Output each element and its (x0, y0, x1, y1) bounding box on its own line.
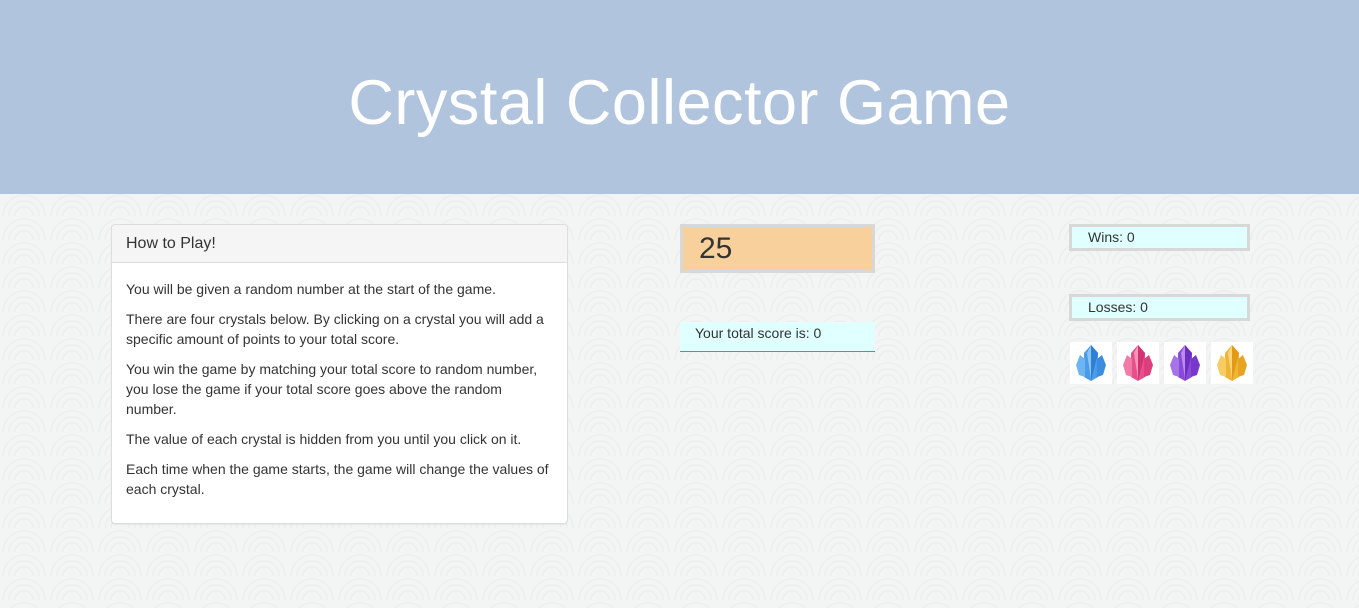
page-title: Crystal Collector Game (348, 68, 1011, 138)
instruction-paragraph: Each time when the game starts, the game… (126, 461, 549, 497)
instruction-paragraph: You will be given a random number at the… (126, 281, 496, 297)
instructions-panel: How to Play! You will be given a random … (111, 224, 568, 524)
crystal-button-blue[interactable] (1070, 342, 1112, 384)
crystal-row (1070, 342, 1253, 384)
blue-crystal-icon (1072, 343, 1110, 383)
instruction-paragraph: There are four crystals below. By clicki… (126, 311, 544, 347)
target-number: 25 (680, 224, 875, 273)
crystal-button-pink[interactable] (1117, 342, 1159, 384)
instruction-paragraph: The value of each crystal is hidden from… (126, 431, 522, 447)
losses-counter: Losses: 0 (1069, 294, 1250, 321)
page-header: Crystal Collector Game (0, 0, 1359, 194)
wins-counter: Wins: 0 (1069, 224, 1250, 251)
crystal-button-yellow[interactable] (1211, 342, 1253, 384)
instructions-body: You will be given a random number at the… (112, 263, 567, 499)
yellow-crystal-icon (1213, 343, 1251, 383)
crystal-button-purple[interactable] (1164, 342, 1206, 384)
purple-crystal-icon (1166, 343, 1204, 383)
pink-crystal-icon (1119, 343, 1157, 383)
instruction-paragraph: You win the game by matching your total … (126, 361, 538, 417)
instructions-heading: How to Play! (112, 225, 567, 263)
total-score: Your total score is: 0 (680, 322, 875, 352)
